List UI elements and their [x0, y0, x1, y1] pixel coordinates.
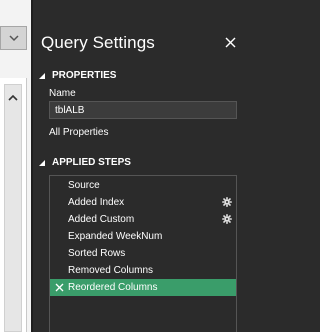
step-reordered-columns[interactable]: Reordered Columns	[50, 279, 236, 296]
step-source[interactable]: Source	[50, 177, 236, 194]
collapse-triangle-icon	[39, 159, 45, 166]
query-preview-strip	[0, 0, 31, 332]
step-label: Added Index	[68, 197, 125, 208]
expand-dropdown-button[interactable]	[0, 26, 27, 50]
step-removed-columns[interactable]: Removed Columns	[50, 262, 236, 279]
close-icon	[225, 37, 235, 47]
vertical-scrollbar[interactable]	[4, 84, 22, 332]
collapse-triangle-icon	[39, 72, 45, 79]
scroll-up-button[interactable]	[7, 91, 19, 103]
properties-section-header[interactable]: PROPERTIES	[38, 70, 116, 81]
gear-icon[interactable]	[222, 214, 232, 224]
step-sorted-rows[interactable]: Sorted Rows	[50, 245, 236, 262]
name-label: Name	[49, 88, 76, 99]
close-button[interactable]	[222, 34, 238, 50]
gear-icon[interactable]	[222, 197, 232, 207]
step-label: Added Custom	[68, 214, 135, 225]
applied-steps-header-label: APPLIED STEPS	[52, 157, 131, 168]
step-label: Sorted Rows	[68, 248, 126, 259]
step-label: Reordered Columns	[68, 282, 158, 293]
step-label: Source	[68, 180, 100, 191]
panel-title: Query Settings	[41, 33, 155, 52]
applied-steps-list: Source Added Index Added Custom Expanded…	[49, 175, 237, 332]
query-settings-panel: Query Settings PROPERTIES Name All Prope…	[33, 0, 255, 332]
applied-steps-section-header[interactable]: APPLIED STEPS	[38, 157, 131, 168]
chevron-up-icon	[8, 94, 18, 101]
step-label: Removed Columns	[68, 265, 154, 276]
preview-scroll-area	[0, 78, 27, 332]
step-expanded-weeknum[interactable]: Expanded WeekNum	[50, 228, 236, 245]
step-label: Expanded WeekNum	[68, 231, 163, 242]
chevron-down-icon	[8, 34, 19, 41]
query-name-input[interactable]	[49, 101, 237, 119]
step-added-custom[interactable]: Added Custom	[50, 211, 236, 228]
properties-header-label: PROPERTIES	[52, 70, 117, 81]
all-properties-link[interactable]: All Properties	[49, 127, 108, 138]
delete-step-icon[interactable]	[55, 283, 64, 292]
step-added-index[interactable]: Added Index	[50, 194, 236, 211]
